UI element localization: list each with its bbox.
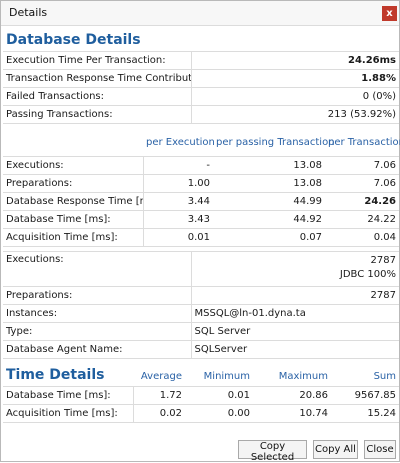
close-icon[interactable]: x bbox=[382, 6, 397, 21]
metric-value: 7.06 bbox=[325, 156, 399, 175]
metric-label: Database Time [ms]: bbox=[3, 210, 144, 229]
metric-value: 44.99 bbox=[213, 192, 325, 211]
metrics-header-blank bbox=[3, 133, 143, 151]
info-value-jdbc: JDBC 100% bbox=[339, 269, 396, 280]
column-header-minimum[interactable]: Minimum bbox=[185, 367, 253, 387]
column-header-average[interactable]: Average bbox=[133, 367, 185, 387]
column-header-per-passing-transaction[interactable]: per passing Transaction bbox=[213, 133, 335, 151]
time-value: 15.24 bbox=[331, 404, 399, 423]
database-details-title: Database Details bbox=[6, 32, 141, 48]
info-row-type[interactable]: Type: SQL Server bbox=[3, 322, 399, 341]
metric-value: 7.06 bbox=[325, 174, 399, 193]
info-value: 2787 bbox=[191, 286, 399, 305]
summary-row[interactable]: Transaction Response Time Contribution: … bbox=[3, 69, 399, 88]
time-label: Database Time [ms]: bbox=[3, 386, 134, 405]
info-label: Database Agent Name: bbox=[3, 340, 192, 359]
metric-value: 13.08 bbox=[213, 174, 325, 193]
info-label: Preparations: bbox=[3, 286, 192, 305]
time-header-blank bbox=[3, 367, 133, 387]
info-value-count: 2787 bbox=[370, 255, 396, 266]
info-row-agent-name[interactable]: Database Agent Name: SQLServer bbox=[3, 340, 399, 359]
column-header-maximum[interactable]: Maximum bbox=[253, 367, 331, 387]
metrics-row-db-response-time[interactable]: Database Response Time [ms]: 3.44 44.99 … bbox=[3, 192, 399, 211]
metric-value: 1.00 bbox=[143, 174, 213, 193]
time-header-row: Average Minimum Maximum Sum bbox=[3, 367, 399, 387]
metric-value: 0.07 bbox=[213, 228, 325, 247]
summary-label: Transaction Response Time Contribution: bbox=[3, 69, 192, 88]
time-value: 1.72 bbox=[133, 386, 185, 405]
time-row-db-time[interactable]: Database Time [ms]: 1.72 0.01 20.86 9567… bbox=[3, 386, 399, 405]
time-value: 0.02 bbox=[133, 404, 185, 423]
summary-label: Failed Transactions: bbox=[3, 87, 192, 106]
info-row-preparations[interactable]: Preparations: 2787 bbox=[3, 286, 399, 305]
close-button[interactable]: Close bbox=[364, 440, 396, 459]
metrics-row-acquisition-time[interactable]: Acquisition Time [ms]: 0.01 0.07 0.04 bbox=[3, 228, 399, 247]
details-window: Details x Database Details Execution Tim… bbox=[0, 0, 400, 463]
info-value: MSSQL@ln-01.dyna.ta bbox=[191, 304, 399, 323]
column-header-sum[interactable]: Sum bbox=[331, 367, 399, 387]
copy-all-button[interactable]: Copy All bbox=[313, 440, 358, 459]
info-row-instances[interactable]: Instances: MSSQL@ln-01.dyna.ta bbox=[3, 304, 399, 323]
metric-value: 3.44 bbox=[143, 192, 213, 211]
time-row-acquisition-time[interactable]: Acquisition Time [ms]: 0.02 0.00 10.74 1… bbox=[3, 404, 399, 423]
info-value: 2787 JDBC 100% bbox=[191, 251, 399, 287]
metric-value: 0.04 bbox=[325, 228, 399, 247]
time-value: 10.74 bbox=[253, 404, 331, 423]
info-label: Instances: bbox=[3, 304, 192, 323]
metric-label: Database Response Time [ms]: bbox=[3, 192, 144, 211]
metric-label: Acquisition Time [ms]: bbox=[3, 228, 144, 247]
window-title: Details bbox=[9, 6, 48, 19]
metrics-header-row: per Execution per passing Transaction pe… bbox=[3, 133, 400, 151]
metric-label: Executions: bbox=[3, 156, 144, 175]
metric-value: 24.22 bbox=[325, 210, 399, 229]
metrics-row-executions[interactable]: Executions: - 13.08 7.06 bbox=[3, 156, 399, 175]
metric-label: Preparations: bbox=[3, 174, 144, 193]
time-label: Acquisition Time [ms]: bbox=[3, 404, 134, 423]
info-value: SQL Server bbox=[191, 322, 399, 341]
info-table: Executions: 2787 JDBC 100% Preparations:… bbox=[3, 251, 399, 359]
metric-value: 13.08 bbox=[213, 156, 325, 175]
metric-value: 44.92 bbox=[213, 210, 325, 229]
summary-value: 24.26ms bbox=[191, 51, 399, 70]
metric-value: 3.43 bbox=[143, 210, 213, 229]
summary-label: Passing Transactions: bbox=[3, 105, 192, 124]
time-value: 9567.85 bbox=[331, 386, 399, 405]
summary-value: 1.88% bbox=[191, 69, 399, 88]
metric-value: - bbox=[143, 156, 213, 175]
metric-value: 0.01 bbox=[143, 228, 213, 247]
summary-row[interactable]: Failed Transactions: 0 (0%) bbox=[3, 87, 399, 106]
column-header-per-transaction[interactable]: per Transaction bbox=[325, 133, 400, 151]
metrics-table: per Execution per passing Transaction pe… bbox=[3, 133, 400, 247]
time-value: 20.86 bbox=[253, 386, 331, 405]
time-details-table: Average Minimum Maximum Sum Database Tim… bbox=[3, 367, 399, 423]
title-bar: Details x bbox=[1, 1, 399, 26]
summary-value: 213 (53.92%) bbox=[191, 105, 399, 124]
summary-value: 0 (0%) bbox=[191, 87, 399, 106]
summary-table: Execution Time Per Transaction: 24.26ms … bbox=[3, 51, 399, 124]
info-row-executions[interactable]: Executions: 2787 JDBC 100% bbox=[3, 251, 399, 287]
summary-row[interactable]: Passing Transactions: 213 (53.92%) bbox=[3, 105, 399, 124]
info-label: Type: bbox=[3, 322, 192, 341]
summary-label: Execution Time Per Transaction: bbox=[3, 51, 192, 70]
copy-selected-button[interactable]: Copy Selected bbox=[238, 440, 307, 463]
metrics-row-db-time[interactable]: Database Time [ms]: 3.43 44.92 24.22 bbox=[3, 210, 399, 229]
time-value: 0.00 bbox=[185, 404, 253, 423]
metrics-row-preparations[interactable]: Preparations: 1.00 13.08 7.06 bbox=[3, 174, 399, 193]
time-value: 0.01 bbox=[185, 386, 253, 405]
metric-value: 24.26 bbox=[325, 192, 399, 211]
column-header-per-execution[interactable]: per Execution bbox=[143, 133, 215, 151]
info-value: SQLServer bbox=[191, 340, 399, 359]
summary-row[interactable]: Execution Time Per Transaction: 24.26ms bbox=[3, 51, 399, 70]
info-label: Executions: bbox=[3, 251, 192, 287]
